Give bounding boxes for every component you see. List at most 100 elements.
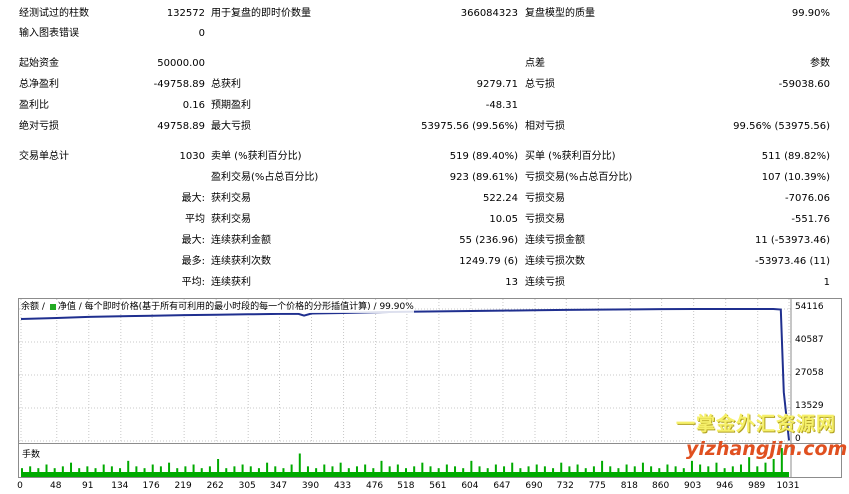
max-consec-loss-label: 连续亏损次数 <box>525 256 585 267</box>
volume-bar <box>347 468 350 472</box>
spread-value: 参数 <box>810 58 830 69</box>
volume-bar <box>682 468 685 472</box>
avg-consec-wins-value: 13 <box>505 277 518 288</box>
volume-bar <box>29 466 32 472</box>
loss-trades-label: 亏损交易(%占总百分比) <box>525 172 633 183</box>
max-consec-wins-label: 连续获利金额 <box>211 235 271 246</box>
volume-bar <box>53 468 56 472</box>
volume-bar <box>217 459 220 472</box>
mismatched-errors-label: 输入图表错误 <box>19 28 79 39</box>
volume-bar <box>405 468 407 472</box>
average-prefix: 平均 <box>185 214 205 225</box>
volume-bar <box>609 466 612 472</box>
volume-bar <box>511 462 514 472</box>
bars-tested-value: 132572 <box>166 8 205 19</box>
average-loss-label: 亏损交易 <box>525 214 565 225</box>
volume-bar <box>690 460 693 472</box>
x-tick-label: 48 <box>50 481 62 491</box>
x-tick-label: 860 <box>652 481 670 491</box>
avg-consec-losses-label: 连续亏损 <box>525 277 565 288</box>
volume-label: 手数 <box>22 450 41 460</box>
volume-bar <box>625 464 628 472</box>
volume-bar <box>552 468 555 472</box>
volume-bar <box>257 468 260 472</box>
x-tick-label: 262 <box>206 481 224 491</box>
x-tick-label: 347 <box>269 481 288 491</box>
volume-bar <box>601 460 604 472</box>
volume-bar <box>454 466 457 472</box>
x-tick-label: 690 <box>525 481 543 491</box>
volume-bar <box>413 466 416 472</box>
average-profit-label: 获利交易 <box>211 214 251 225</box>
volume-base <box>21 472 789 477</box>
volume-bar <box>543 466 546 472</box>
volume-bar <box>266 462 269 472</box>
x-tick-label: 176 <box>142 481 160 491</box>
volume-bar <box>437 468 440 472</box>
max-consec-profit-value: 1249.79 (6) <box>459 256 518 267</box>
bars-tested-label: 经测试过的柱数 <box>19 8 89 19</box>
absolute-drawdown-value: 49758.89 <box>157 121 205 132</box>
y-tick-label: 27058 <box>795 368 824 378</box>
x-tick-label: 0 <box>17 481 23 491</box>
legend-quality: 99.90% <box>379 302 414 312</box>
maximal-drawdown-label: 最大亏损 <box>211 121 251 132</box>
volume-bar <box>45 464 48 472</box>
spread-label: 点差 <box>525 58 545 69</box>
x-tick-label: 732 <box>556 481 574 491</box>
x-tick-label: 647 <box>493 481 511 491</box>
largest-prefix: 最大: <box>181 193 205 204</box>
volume-bar <box>739 464 742 472</box>
ticks-modelled-label: 用于复盘的即时价数量 <box>211 8 311 19</box>
volume-bar <box>151 464 154 472</box>
volume-bar <box>159 466 162 472</box>
average-loss-value: -551.76 <box>791 214 830 225</box>
profit-factor-label: 盈利比 <box>19 100 49 111</box>
net-profit-label: 总净盈利 <box>19 79 59 90</box>
short-positions-label: 卖单 (%获利百分比) <box>211 151 302 162</box>
volume-bar <box>421 462 424 472</box>
legend-equity-swatch <box>49 303 56 310</box>
avg-consec-losses-value: 1 <box>823 277 830 288</box>
initial-deposit-value: 50000.00 <box>157 58 205 69</box>
net-profit-value: -49758.89 <box>153 79 205 90</box>
ticks-modelled-value: 366084323 <box>460 8 518 19</box>
volume-bar <box>641 462 644 472</box>
volume-bar <box>249 466 252 472</box>
volume-bar <box>119 468 122 472</box>
x-tick-label: 903 <box>684 481 702 491</box>
volume-bar <box>37 468 40 472</box>
modelling-quality-label: 复盘模型的质量 <box>525 8 595 19</box>
volume-bar <box>168 462 171 472</box>
profit-trades-value: 923 (89.61%) <box>449 172 518 183</box>
relative-drawdown-value: 99.56% (53975.56) <box>733 121 830 132</box>
volume-bar <box>756 466 759 472</box>
volume-bar <box>298 453 301 472</box>
profit-trades-label: 盈利交易(%占总百分比) <box>211 172 319 183</box>
avg-consec-prefix: 平均: <box>181 277 205 288</box>
volume-bar <box>323 464 326 472</box>
x-tick-label: 1031 <box>776 481 800 491</box>
volume-bar <box>470 460 473 472</box>
volume-bar <box>772 459 775 472</box>
max-consec-losses-value: 11 (-53973.46) <box>754 235 830 246</box>
x-tick-label: 91 <box>82 481 94 491</box>
expected-payoff-value: -48.31 <box>485 100 518 111</box>
expected-payoff-label: 预期盈利 <box>211 100 251 111</box>
watermark-logo-cn: 一掌金外汇资源网 <box>676 413 837 435</box>
volume-bar <box>208 466 211 472</box>
volume-bar <box>576 464 579 472</box>
total-trades-value: 1030 <box>179 151 205 162</box>
x-tick-label: 305 <box>238 481 256 491</box>
x-tick-label: 604 <box>461 481 479 491</box>
volume-bar <box>723 468 726 472</box>
x-tick-label: 134 <box>111 481 129 491</box>
x-tick-label: 561 <box>429 481 447 491</box>
loss-trades-value: 107 (10.39%) <box>761 172 830 183</box>
volume-bar <box>61 466 64 472</box>
volume-bar <box>274 466 277 472</box>
absolute-drawdown-label: 绝对亏损 <box>19 121 59 132</box>
volume-bar <box>184 466 187 472</box>
short-positions-value: 519 (89.40%) <box>449 151 518 162</box>
x-tick-label: 390 <box>301 481 320 491</box>
